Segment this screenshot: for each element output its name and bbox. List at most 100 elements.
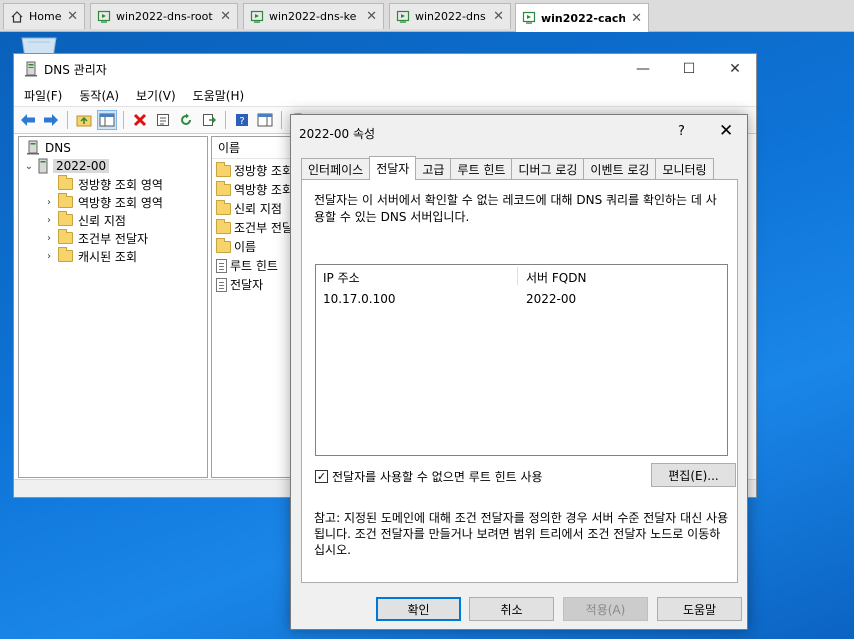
back-button[interactable] — [18, 110, 38, 130]
chevron-right-icon[interactable]: › — [43, 251, 55, 262]
ok-button[interactable]: 확인 — [376, 597, 461, 621]
tree-item-forward-lookup[interactable]: 정방향 조회 영역 — [43, 175, 163, 193]
list-item[interactable]: 전달자 — [216, 275, 263, 294]
tree-item-server[interactable]: ⌄ 2022-00 — [23, 157, 110, 175]
forwarders-description: 전달자는 이 서버에서 확인할 수 없는 레코드에 대해 DNS 쿼리를 확인하… — [314, 193, 717, 224]
console-tree-icon — [99, 113, 115, 127]
help-button[interactable]: 도움말 — [657, 597, 742, 621]
tab-forwarders[interactable]: 전달자 — [369, 156, 417, 180]
vm-icon — [396, 10, 410, 23]
menu-bar: 파일(F) 동작(A) 보기(V) 도움말(H) — [14, 84, 756, 106]
close-button[interactable]: ✕ — [712, 54, 758, 84]
chevron-down-icon[interactable]: ⌄ — [23, 161, 35, 172]
use-root-hints-checkbox[interactable]: ✓ — [315, 470, 328, 483]
tree-item-dns[interactable]: DNS — [23, 139, 71, 157]
tab-win2022-dns[interactable]: win2022-dns ✕ — [389, 3, 511, 29]
menu-action[interactable]: 동작(A) — [79, 87, 119, 104]
dns-icon — [27, 140, 39, 155]
help-icon[interactable]: ? — [678, 124, 685, 139]
column-header-name[interactable]: 이름 — [212, 137, 290, 159]
forward-button[interactable] — [41, 110, 61, 130]
vm-icon — [250, 10, 264, 23]
dialog-tabs: 인터페이스 전달자 고급 루트 힌트 디버그 로깅 이벤트 로깅 모니터링 — [301, 156, 714, 180]
dialog-title: 2022-00 속성 — [299, 127, 376, 141]
up-folder-button[interactable] — [74, 110, 94, 130]
list-item[interactable]: 조건부 전달 — [216, 218, 290, 237]
close-icon[interactable]: ✕ — [493, 9, 504, 24]
maximize-button[interactable]: ☐ — [666, 54, 712, 84]
table-row[interactable]: 10.17.0.100 2022-00 — [316, 289, 727, 309]
svg-text:?: ? — [239, 116, 244, 127]
tab-home[interactable]: Home ✕ — [3, 3, 85, 29]
folder-icon — [58, 175, 73, 190]
folder-icon — [58, 193, 73, 208]
tree-item-trust-points[interactable]: › 신뢰 지점 — [43, 211, 126, 229]
forwarders-note: 참고: 지정된 도메인에 대해 조건 전달자를 정의한 경우 서버 수준 전달자… — [314, 511, 729, 557]
home-icon — [11, 10, 23, 23]
help-button[interactable]: ? — [232, 110, 252, 130]
show-hide-tree-button[interactable] — [97, 110, 117, 130]
tab-win2022-dns-root[interactable]: win2022-dns-root ✕ — [90, 3, 238, 29]
tab-win2022-cache[interactable]: win2022-cache ✕ — [515, 3, 649, 32]
close-icon[interactable]: ✕ — [631, 11, 642, 26]
folder-icon — [216, 237, 231, 253]
close-icon[interactable]: ✕ — [719, 121, 733, 141]
show-action-pane-button[interactable] — [255, 110, 275, 130]
window-title: DNS 관리자 — [44, 62, 107, 77]
menu-view[interactable]: 보기(V) — [136, 87, 176, 104]
close-icon[interactable]: ✕ — [67, 9, 78, 24]
chevron-right-icon[interactable]: › — [43, 215, 55, 226]
tab-debug-logging[interactable]: 디버그 로깅 — [511, 158, 585, 180]
forwarders-list[interactable]: IP 주소 서버 FQDN 10.17.0.100 2022-00 — [315, 264, 728, 456]
export-list-button[interactable] — [199, 110, 219, 130]
list-item[interactable]: 신뢰 지점 — [216, 199, 282, 218]
column-header-fqdn[interactable]: 서버 FQDN — [526, 269, 586, 286]
close-icon[interactable]: ✕ — [366, 9, 377, 24]
list-item[interactable]: 정방향 조회 — [216, 161, 290, 180]
column-divider[interactable] — [517, 267, 518, 285]
edit-button[interactable]: 편집(E)... — [651, 463, 736, 487]
minimize-button[interactable]: — — [620, 54, 666, 84]
menu-help[interactable]: 도움말(H) — [193, 87, 245, 104]
tab-interfaces[interactable]: 인터페이스 — [301, 158, 371, 180]
close-icon[interactable]: ✕ — [220, 9, 231, 24]
forwarder-fqdn: 2022-00 — [526, 292, 577, 306]
use-root-hints-label: 전달자를 사용할 수 없으면 루트 힌트 사용 — [332, 470, 543, 484]
toolbar-separator — [67, 111, 68, 129]
server-icon — [38, 158, 48, 174]
forward-arrow-icon — [44, 114, 58, 126]
document-icon — [216, 277, 227, 292]
properties-button[interactable] — [153, 110, 173, 130]
tab-root-hints[interactable]: 루트 힌트 — [450, 158, 513, 180]
list-item[interactable]: 루트 힌트 — [216, 256, 278, 275]
refresh-button[interactable] — [176, 110, 196, 130]
folder-icon — [216, 218, 231, 234]
list-item[interactable]: 역방향 조회 — [216, 180, 290, 199]
document-icon — [216, 258, 227, 273]
tab-monitoring[interactable]: 모니터링 — [655, 158, 714, 180]
column-header-ip[interactable]: IP 주소 — [323, 269, 360, 286]
delete-x-icon — [133, 113, 147, 127]
action-pane-icon — [257, 113, 273, 127]
delete-button[interactable] — [130, 110, 150, 130]
chevron-right-icon[interactable]: › — [43, 197, 55, 208]
folder-icon — [58, 247, 73, 262]
folder-up-icon — [76, 115, 92, 127]
list-item[interactable]: 이름 — [216, 237, 256, 256]
cancel-button[interactable]: 취소 — [469, 597, 554, 621]
folder-icon — [216, 161, 231, 177]
apply-button[interactable]: 적용(A) — [563, 597, 648, 621]
forwarders-list-header: IP 주소 서버 FQDN — [316, 265, 727, 287]
tab-advanced[interactable]: 고급 — [415, 158, 452, 180]
use-root-hints-option[interactable]: ✓ 전달자를 사용할 수 없으면 루트 힌트 사용 — [315, 468, 543, 485]
dns-server-icon — [25, 61, 37, 77]
vm-icon — [522, 11, 536, 24]
tab-event-logging[interactable]: 이벤트 로깅 — [583, 158, 657, 180]
tree-item-conditional-forwarders[interactable]: › 조건부 전달자 — [43, 229, 148, 247]
tree-item-reverse-lookup[interactable]: › 역방향 조회 영역 — [43, 193, 163, 211]
results-pane: 이름 정방향 조회 역방향 조회 신뢰 지점 조건부 전달 이름 루트 힌트 전… — [211, 136, 291, 478]
tab-win2022-dns-ke[interactable]: win2022-dns-ke ✕ — [243, 3, 384, 29]
tree-item-cached-lookups[interactable]: › 캐시된 조회 — [43, 247, 137, 265]
chevron-right-icon[interactable]: › — [43, 233, 55, 244]
menu-file[interactable]: 파일(F) — [24, 87, 62, 104]
